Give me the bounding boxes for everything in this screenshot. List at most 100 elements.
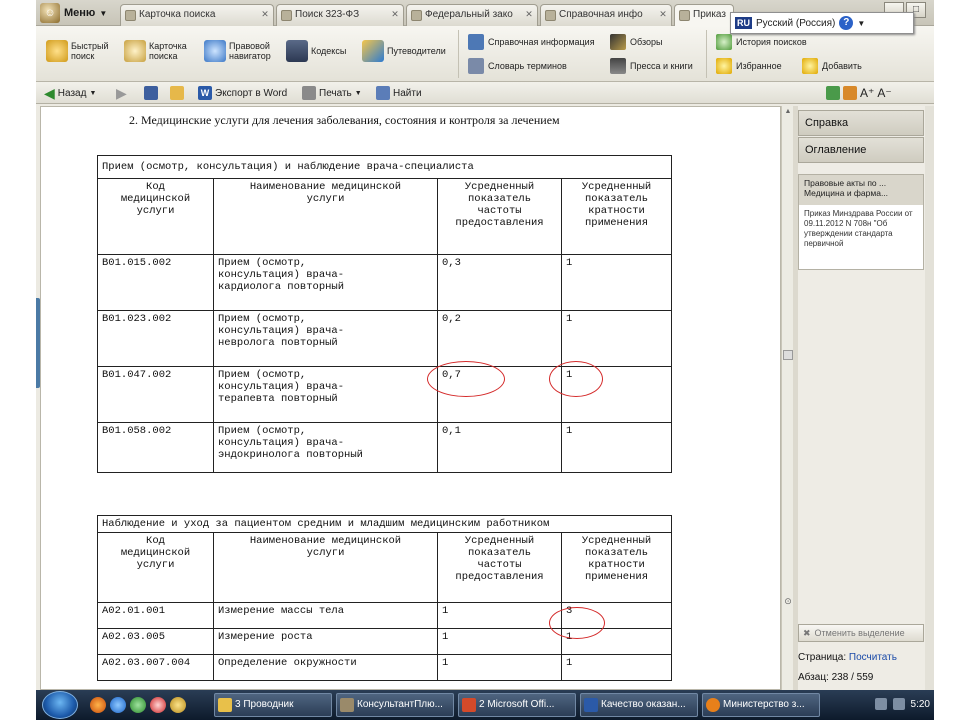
multiplicity-value: 1 bbox=[561, 254, 672, 311]
find-button[interactable]: Найти bbox=[376, 85, 422, 101]
reference-info-button[interactable]: Справочная информация bbox=[468, 34, 595, 50]
tab-contents[interactable]: Оглавление bbox=[798, 137, 924, 163]
forward-button[interactable]: ▶ bbox=[116, 85, 127, 101]
help-icon[interactable]: ? bbox=[839, 16, 854, 30]
favorites-button[interactable]: Избранное bbox=[716, 58, 782, 74]
save-button[interactable] bbox=[144, 85, 158, 101]
signpost-icon bbox=[362, 40, 384, 62]
print-button[interactable]: Печать ▼ bbox=[302, 85, 362, 101]
reviews-button[interactable]: Обзоры bbox=[610, 34, 662, 50]
text-edit-icon[interactable] bbox=[826, 86, 840, 100]
tab-reference-info[interactable]: Справочная инфо ✕ bbox=[540, 4, 672, 26]
scroll-up-icon[interactable]: ▲ bbox=[783, 108, 793, 118]
annotation-circle bbox=[549, 361, 603, 397]
clock[interactable]: 5:20 bbox=[911, 699, 930, 710]
clear-icon: ✖ bbox=[803, 628, 811, 638]
export-word-label: Экспорт в Word bbox=[215, 87, 288, 99]
language-bar[interactable]: RU Русский (Россия) ? ▼ bbox=[730, 12, 914, 34]
task-browser[interactable]: Министерство з... bbox=[702, 693, 820, 717]
floppy-icon bbox=[144, 86, 158, 100]
search-history-button[interactable]: История поисков bbox=[716, 34, 807, 50]
multiplicity-value: 1 bbox=[561, 422, 672, 473]
related-docs-box[interactable]: Правовые акты по ... Медицина и фарма...… bbox=[798, 174, 924, 270]
find-label: Найти bbox=[393, 87, 422, 99]
back-button[interactable]: ◀ Назад ▼ bbox=[44, 85, 96, 101]
scroll-thumb[interactable] bbox=[783, 350, 793, 360]
font-increase-icon[interactable]: A⁺ bbox=[860, 86, 874, 100]
document-toolbar: ◀ Назад ▼ ▶ W Экспорт в Word Печать ▼ На… bbox=[36, 82, 934, 104]
task-word[interactable]: Качество оказан... bbox=[580, 693, 698, 717]
document-scrollbar[interactable]: ▲ ⊙ bbox=[781, 106, 793, 690]
dictionary-icon bbox=[468, 58, 484, 74]
book-icon bbox=[286, 40, 308, 62]
paragraph-indicator: Абзац: 238 / 559 bbox=[798, 672, 873, 683]
document-icon bbox=[411, 10, 422, 21]
navigator-icon bbox=[204, 40, 226, 62]
panel-scrollbar[interactable] bbox=[925, 106, 934, 690]
search-card-button[interactable]: Карточка поиска bbox=[124, 40, 193, 62]
task-label: КонсультантПлю... bbox=[357, 699, 443, 710]
related-docs-text[interactable]: Приказ Минздрава России от 09.11.2012 N … bbox=[799, 205, 923, 253]
task-label: Министерство з... bbox=[723, 699, 805, 710]
printer-icon bbox=[302, 86, 316, 100]
close-icon[interactable]: ✕ bbox=[390, 9, 400, 19]
press-books-button[interactable]: Пресса и книги bbox=[610, 58, 693, 74]
task-consultant[interactable]: КонсультантПлю... bbox=[336, 693, 454, 717]
open-folder-button[interactable] bbox=[170, 85, 184, 101]
table-header: Код медицинской услуги bbox=[97, 532, 214, 603]
add-button[interactable]: Добавить bbox=[802, 58, 862, 74]
app-icon[interactable] bbox=[150, 697, 166, 713]
close-icon[interactable]: ✕ bbox=[658, 9, 668, 19]
network-icon[interactable] bbox=[874, 698, 887, 710]
close-icon[interactable]: ✕ bbox=[524, 9, 534, 19]
search-card-label: Карточка поиска bbox=[149, 41, 187, 61]
folder-icon bbox=[218, 698, 232, 712]
tab-search-323[interactable]: Поиск 323-ФЗ ✕ bbox=[276, 4, 404, 26]
count-pages-link[interactable]: Посчитать bbox=[849, 652, 897, 663]
clear-selection-button[interactable]: ✖ Отменить выделение bbox=[798, 624, 924, 642]
font-decrease-icon[interactable]: A⁻ bbox=[877, 86, 891, 100]
chevron-down-icon[interactable]: ▼ bbox=[857, 19, 865, 28]
service-code: B01.023.002 bbox=[97, 310, 214, 367]
clear-selection-label: Отменить выделение bbox=[814, 628, 905, 638]
app-window: ☺ Меню ▼ Карточка поиска ✕ Поиск 323-ФЗ … bbox=[36, 0, 934, 720]
ribbon-divider bbox=[458, 30, 459, 78]
multiplicity-value: 1 bbox=[561, 654, 672, 681]
app-icon[interactable] bbox=[130, 697, 146, 713]
document-view: 2. Медицинские услуги для лечения заболе… bbox=[40, 106, 781, 690]
tab-federal-law[interactable]: Федеральный зако ✕ bbox=[406, 4, 538, 26]
bookmark-icon[interactable] bbox=[843, 86, 857, 100]
frequency-value: 0,3 bbox=[437, 254, 562, 311]
task-office[interactable]: 2 Microsoft Offi... bbox=[458, 693, 576, 717]
frequency-value: 1 bbox=[437, 654, 562, 681]
tab-help[interactable]: Справка bbox=[798, 110, 924, 136]
keyboard-icon: RU bbox=[735, 17, 752, 29]
tab-search-card[interactable]: Карточка поиска ✕ bbox=[120, 4, 274, 26]
start-button[interactable] bbox=[42, 691, 78, 719]
tab-order[interactable]: Приказ bbox=[674, 4, 734, 26]
search-icon bbox=[125, 10, 136, 21]
firefox-icon[interactable] bbox=[90, 697, 106, 713]
table-header: Наименование медицинской услуги bbox=[213, 532, 438, 603]
app-icon[interactable] bbox=[170, 697, 186, 713]
guides-button[interactable]: Путеводители bbox=[362, 40, 446, 62]
volume-icon[interactable] bbox=[892, 698, 905, 710]
ribbon-toolbar: Быстрый поиск Карточка поиска Правовой н… bbox=[36, 26, 934, 82]
right-panel: Справка Оглавление Правовые акты по ... … bbox=[798, 106, 934, 690]
history-icon bbox=[716, 34, 732, 50]
codes-button[interactable]: Кодексы bbox=[286, 40, 346, 62]
tab-label: Поиск 323-ФЗ bbox=[295, 9, 360, 20]
annotation-circle bbox=[427, 361, 505, 397]
glossary-button[interactable]: Словарь терминов bbox=[468, 58, 567, 74]
legal-navigator-button[interactable]: Правовой навигатор bbox=[204, 40, 277, 62]
ie-icon[interactable] bbox=[110, 697, 126, 713]
legal-navigator-label: Правовой навигатор bbox=[229, 41, 271, 61]
export-word-button[interactable]: W Экспорт в Word bbox=[198, 85, 287, 101]
close-icon[interactable]: ✕ bbox=[260, 9, 270, 19]
tab-label: Приказ bbox=[693, 9, 726, 20]
menu-button[interactable]: ☺ Меню ▼ bbox=[40, 2, 112, 24]
service-name: Определение окружности bbox=[213, 654, 438, 681]
quick-search-button[interactable]: Быстрый поиск bbox=[46, 40, 115, 62]
service-name: Прием (осмотр, консультация) врача- тера… bbox=[213, 366, 438, 423]
task-explorer[interactable]: 3 Проводник bbox=[214, 693, 332, 717]
